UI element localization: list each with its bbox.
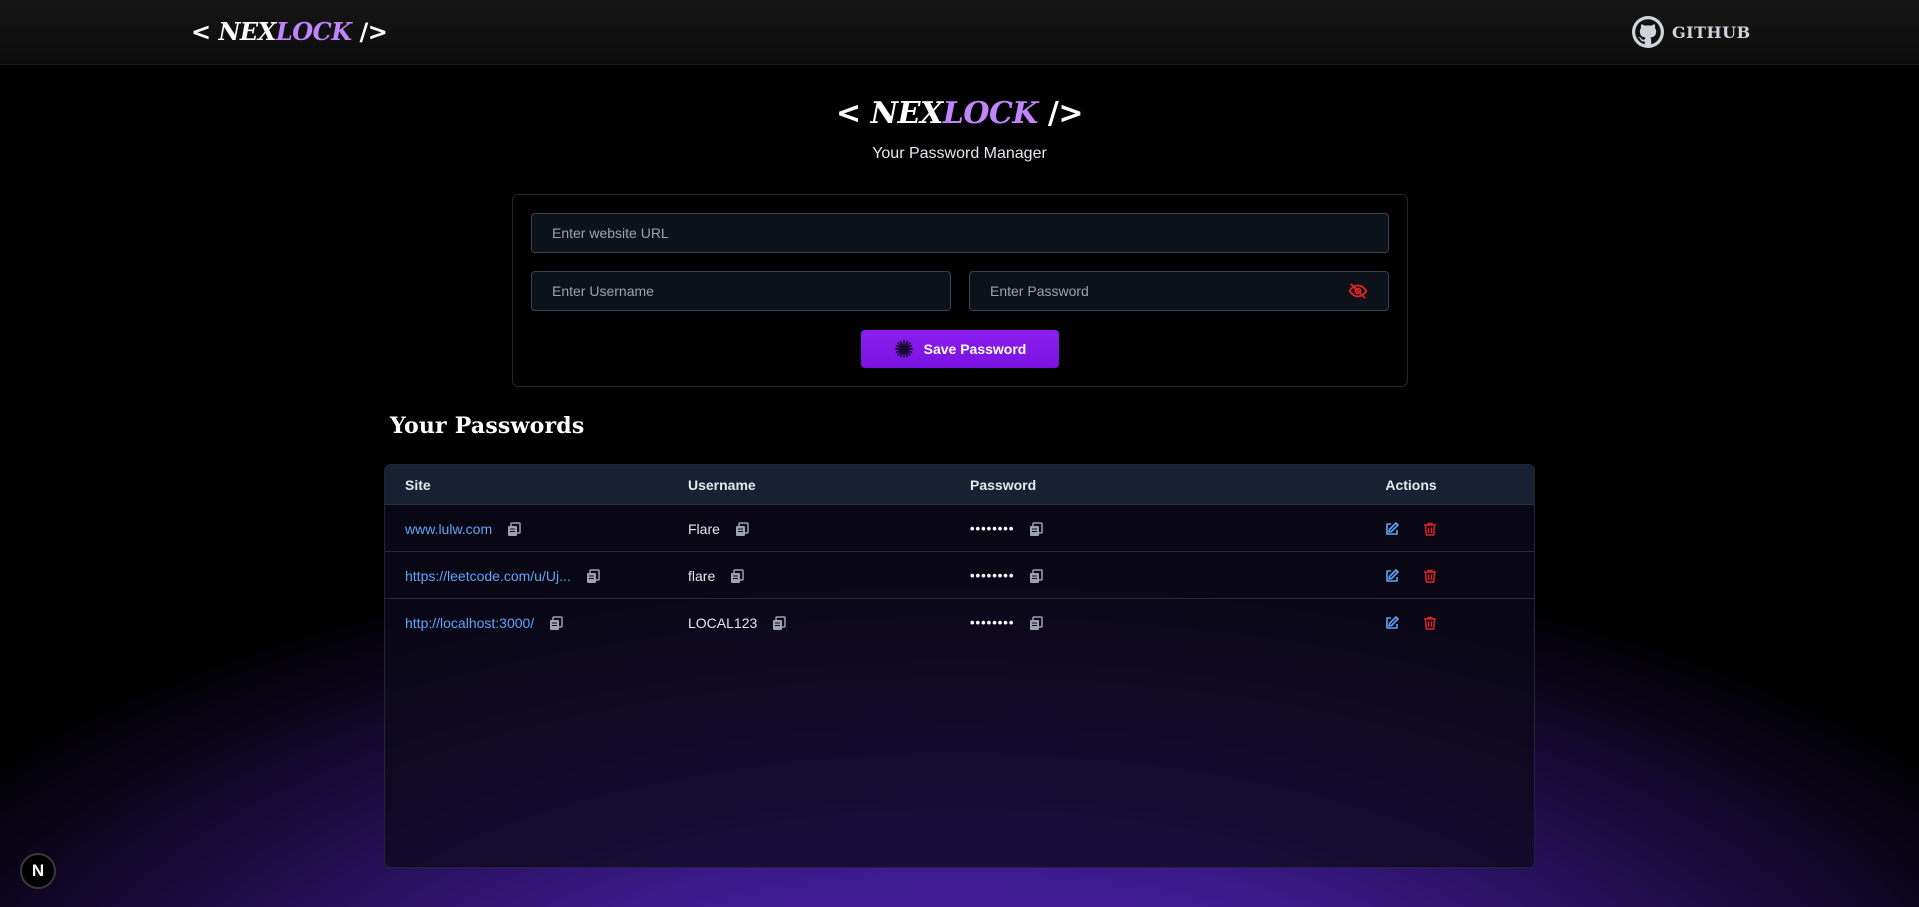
copy-icon[interactable] xyxy=(729,568,745,584)
hero-logo-close-bracket: /> xyxy=(1047,96,1084,131)
hero-logo-part-lock: LOCK xyxy=(942,96,1039,131)
copy-icon[interactable] xyxy=(548,615,564,631)
site-cell: www.lulw.com xyxy=(405,505,522,552)
password-input[interactable] xyxy=(969,271,1389,311)
hero-logo: < NEXLOCK /> xyxy=(0,94,1919,134)
copy-icon[interactable] xyxy=(506,521,522,537)
copy-icon[interactable] xyxy=(771,615,787,631)
copy-icon[interactable] xyxy=(1028,615,1044,631)
trash-icon[interactable] xyxy=(1422,568,1438,584)
username-cell: flare xyxy=(688,552,745,599)
site-link[interactable]: http://localhost:3000/ xyxy=(405,615,534,631)
github-link[interactable]: GITHUB xyxy=(1632,15,1751,49)
copy-icon[interactable] xyxy=(734,521,750,537)
save-spark-icon xyxy=(894,339,914,359)
masked-password: •••••••• xyxy=(970,521,1015,536)
username-text: LOCAL123 xyxy=(688,614,758,631)
actions-cell xyxy=(1361,505,1461,552)
edit-icon[interactable] xyxy=(1384,568,1400,584)
copy-icon[interactable] xyxy=(1028,568,1044,584)
site-cell: http://localhost:3000/ xyxy=(405,599,564,646)
hero-logo-open-bracket: < xyxy=(836,96,861,131)
github-icon xyxy=(1632,16,1664,48)
username-text: Flare xyxy=(688,520,720,537)
logo-part-nex: NEX xyxy=(218,17,276,46)
column-header-site: Site xyxy=(405,477,431,493)
table-header: Site Username Password Actions xyxy=(385,465,1534,505)
table-row: http://localhost:3000/ LOCAL123 •••••••• xyxy=(385,599,1534,646)
edit-icon[interactable] xyxy=(1384,521,1400,537)
column-header-username: Username xyxy=(688,477,756,493)
password-cell: •••••••• xyxy=(970,552,1044,599)
nextjs-dev-badge[interactable]: N xyxy=(20,853,56,889)
actions-cell xyxy=(1361,552,1461,599)
page-subtitle: Your Password Manager xyxy=(872,145,1047,162)
copy-icon[interactable] xyxy=(1028,521,1044,537)
passwords-section-title: Your Passwords xyxy=(390,413,585,439)
username-input[interactable] xyxy=(531,271,951,311)
hero-logo-part-nex: NEX xyxy=(870,96,944,131)
eye-slash-icon[interactable] xyxy=(1348,281,1368,301)
logo-close-bracket: /> xyxy=(359,18,388,46)
github-label: GITHUB xyxy=(1672,22,1751,42)
password-cell: •••••••• xyxy=(970,505,1044,552)
trash-icon[interactable] xyxy=(1422,615,1438,631)
table-row: https://leetcode.com/u/Uj... flare •••••… xyxy=(385,552,1534,599)
actions-cell xyxy=(1361,599,1461,646)
logo-open-bracket: < xyxy=(191,18,211,46)
nav-logo[interactable]: < NEXLOCK /> xyxy=(191,16,388,48)
edit-icon[interactable] xyxy=(1384,615,1400,631)
site-link[interactable]: https://leetcode.com/u/Uj... xyxy=(405,568,571,584)
username-cell: Flare xyxy=(688,505,750,552)
trash-icon[interactable] xyxy=(1422,521,1438,537)
save-password-label: Save Password xyxy=(923,341,1027,357)
masked-password: •••••••• xyxy=(970,568,1015,583)
logo-part-lock: LOCK xyxy=(275,17,352,46)
navbar: < NEXLOCK /> GITHUB xyxy=(0,0,1919,65)
passwords-table: Site Username Password Actions www.lulw.… xyxy=(384,464,1535,868)
username-cell: LOCAL123 xyxy=(688,599,787,646)
column-header-password: Password xyxy=(970,477,1037,493)
masked-password: •••••••• xyxy=(970,615,1015,630)
site-link[interactable]: www.lulw.com xyxy=(405,521,492,537)
column-header-actions: Actions xyxy=(1385,477,1437,493)
save-password-button[interactable]: Save Password xyxy=(861,330,1059,368)
table-row: www.lulw.com Flare •••••••• xyxy=(385,505,1534,552)
password-cell: •••••••• xyxy=(970,599,1044,646)
website-url-input[interactable] xyxy=(531,213,1389,253)
copy-icon[interactable] xyxy=(585,568,601,584)
username-text: flare xyxy=(688,567,716,584)
password-form-card: Save Password xyxy=(512,194,1408,387)
site-cell: https://leetcode.com/u/Uj... xyxy=(405,552,601,599)
